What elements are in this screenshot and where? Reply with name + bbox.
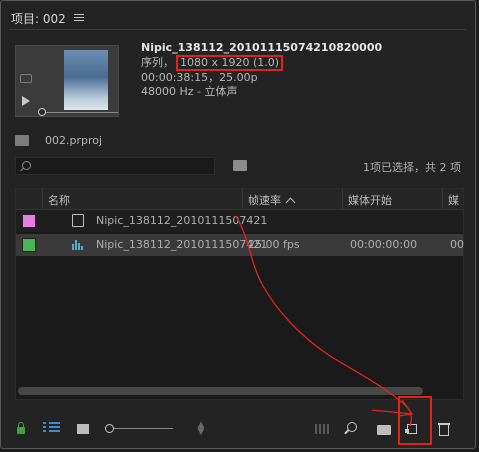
column-media-start[interactable]: 媒体开始: [348, 192, 392, 208]
scrubber-handle[interactable]: [38, 108, 46, 116]
hamburger-icon[interactable]: [73, 14, 84, 22]
column-separator[interactable]: [42, 189, 43, 209]
header-divider: [9, 29, 467, 30]
play-icon[interactable]: [22, 96, 30, 106]
selection-status: 1项已选择，共 2 项: [363, 161, 461, 174]
item-name[interactable]: Nipic_138112_2010111507421: [96, 238, 267, 251]
lock-icon[interactable]: [17, 422, 25, 434]
table-row[interactable]: Nipic_138112_2010111507421: [16, 210, 463, 232]
project-items-table: 名称 帧速率 媒体开始 媒 Nipic_138112_2010111507421…: [15, 188, 464, 400]
panel-header: 项目: 002: [11, 9, 84, 27]
preview-scrubber[interactable]: [42, 112, 118, 113]
zoom-slider[interactable]: [109, 428, 173, 429]
preview-thumbnail: [15, 45, 119, 117]
clip-name: Nipic_138112_20101115074210820000: [141, 41, 383, 54]
automate-to-sequence-icon[interactable]: [315, 424, 331, 434]
sort-icon[interactable]: ▲ ▼: [197, 421, 205, 437]
thumbnail-image: [64, 50, 108, 110]
clip-audio: 48000 Hz - 立体声: [141, 85, 238, 98]
poster-frame-icon[interactable]: [20, 74, 32, 83]
horizontal-scrollbar[interactable]: [18, 387, 423, 395]
sequence-icon: [72, 214, 84, 227]
zoom-slider-handle[interactable]: [105, 424, 114, 433]
new-search-bin-icon[interactable]: [233, 160, 247, 171]
project-file-name: 002.prproj: [45, 134, 103, 147]
item-name[interactable]: Nipic_138112_2010111507421: [96, 214, 267, 227]
clip-timing: 00:00:38:15，25.00p: [141, 71, 258, 84]
table-row-selected[interactable]: Nipic_138112_2010111507421 25.00 fps 00:…: [16, 234, 464, 256]
clip-info: Nipic_138112_20101115074210820000 序列， 108…: [141, 41, 382, 99]
column-separator[interactable]: [442, 189, 443, 209]
new-bin-icon[interactable]: [377, 425, 391, 435]
column-frame-rate[interactable]: 帧速率: [248, 192, 296, 208]
project-file-icon: [15, 135, 29, 146]
item-frame-rate: 25.00 fps: [248, 238, 300, 251]
table-header: 名称 帧速率 媒体开始 媒: [16, 189, 463, 210]
clip-resolution: 1080 x 1920 (1.0): [180, 56, 280, 69]
column-name[interactable]: 名称: [48, 192, 70, 208]
new-item-highlight: [398, 396, 432, 445]
icon-view-icon[interactable]: [77, 424, 89, 434]
find-icon[interactable]: [347, 422, 357, 432]
column-separator[interactable]: [242, 189, 243, 209]
clip-icon: [72, 239, 84, 250]
panel-title[interactable]: 项目: 002: [11, 10, 66, 27]
clip-type: 序列，: [141, 56, 174, 69]
column-separator[interactable]: [342, 189, 343, 209]
sort-ascending-icon: [285, 197, 296, 208]
label-color-swatch[interactable]: [22, 238, 36, 252]
project-panel: 项目: 002 Nipic_138112_2010111507421082000…: [0, 0, 476, 449]
item-media-start: 00:00:00:00: [350, 238, 418, 251]
clear-icon[interactable]: [438, 423, 450, 436]
search-icon: [22, 161, 31, 170]
search-input[interactable]: [15, 157, 215, 175]
column-media-more[interactable]: 媒: [448, 192, 459, 208]
label-color-swatch[interactable]: [22, 214, 36, 228]
list-view-icon[interactable]: [43, 422, 61, 433]
resolution-highlight: 1080 x 1920 (1.0): [176, 55, 284, 71]
item-media-more: 00: [450, 238, 464, 251]
clip-type-row: 序列， 1080 x 1920 (1.0): [141, 55, 382, 71]
